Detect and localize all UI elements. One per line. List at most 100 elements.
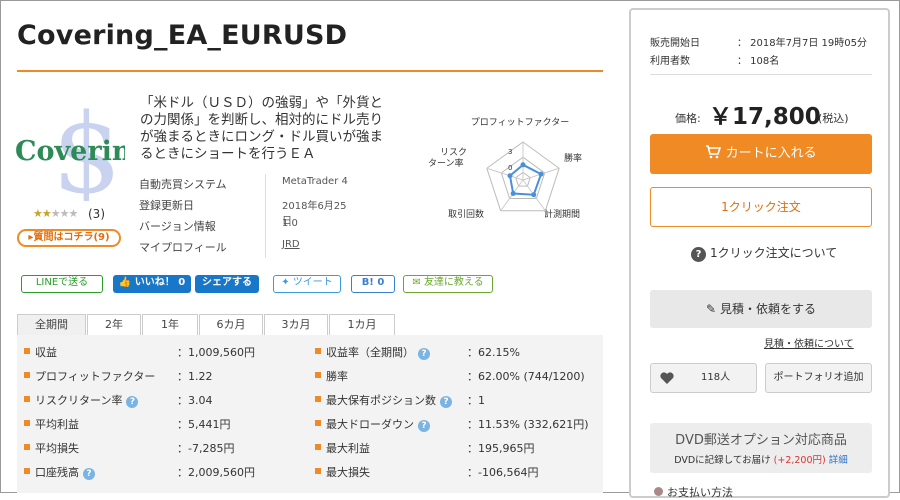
help-icon[interactable]: ? xyxy=(418,420,430,432)
tab-all[interactable]: 全期間 xyxy=(17,314,86,336)
sale-start-value: ： 2018年7月7日 19時05分 xyxy=(737,38,867,49)
product-logo: $ Covering xyxy=(15,96,125,201)
info-label: マイプロフィール xyxy=(139,241,227,254)
pencil-icon: ✎ xyxy=(706,302,717,316)
stat-row: 最大損失 ：-106,564円 xyxy=(17,460,603,484)
radar-label-risk-2: ターン率 xyxy=(428,157,464,169)
price-label: 価格: xyxy=(675,112,701,125)
radar-label-pf: プロフィットファクター xyxy=(471,117,569,128)
product-description: 「米ドル（ＵＳＤ）の強弱」や「外貨との力関係」を判断し、相対的にドル売りが強まる… xyxy=(140,95,383,162)
tell-friend-button[interactable]: ✉ 友達に教える xyxy=(403,275,493,293)
stat-value: ：11.53% (332,621円) xyxy=(467,418,589,431)
tweet-label: ツイート xyxy=(292,277,333,288)
star-icon: ★ xyxy=(59,207,70,220)
facebook-like-button[interactable]: 👍 いいね！ 0 xyxy=(113,275,191,293)
dvd-title: DVD郵送オプション対応商品 xyxy=(675,433,847,448)
twitter-bird-icon: ✦ xyxy=(281,277,290,288)
dvd-detail-link[interactable]: 詳細 xyxy=(829,455,848,466)
stat-value: ：1 xyxy=(467,394,485,407)
stat-bullet-icon xyxy=(315,420,321,426)
heart-icon xyxy=(660,372,674,384)
stat-value: ：-106,564円 xyxy=(467,466,539,479)
payment-heading: お支払い方法 xyxy=(654,484,733,500)
users-value: ： 108名 xyxy=(737,56,780,67)
like-label: いいね！ 0 xyxy=(134,277,186,288)
stat-label: 最大損失 xyxy=(326,466,370,479)
add-portfolio-button[interactable]: ポートフォリオ追加 xyxy=(765,363,872,393)
star-icon: ★ xyxy=(33,207,43,220)
one-click-order-button[interactable]: 1クリック注文 xyxy=(650,187,872,227)
stat-bullet-icon xyxy=(315,348,321,354)
mail-icon: ✉ xyxy=(412,277,421,288)
stat-value: ：62.00% (744/1200) xyxy=(467,370,585,383)
radar-label-trades: 取引回数 xyxy=(448,208,484,220)
info-row: 登録更新日 2018年6月25日 xyxy=(139,195,349,227)
question-icon: ? xyxy=(691,247,706,262)
users-label: 利用者数 xyxy=(650,56,690,67)
thumbs-up-icon: 👍 xyxy=(118,277,132,288)
page-title: Covering_EA_EURUSD xyxy=(17,20,348,51)
stat-value: ：195,965円 xyxy=(467,442,535,455)
stat-row: 勝率 ：62.00% (744/1200) xyxy=(17,364,603,388)
stat-label: 最大保有ポジション数 xyxy=(326,394,436,407)
estimate-about-link[interactable]: 見積・依頼について xyxy=(764,335,854,350)
bullet-icon xyxy=(654,487,663,496)
tab-6m[interactable]: 6カ月 xyxy=(199,314,263,336)
radar-point xyxy=(520,162,526,168)
rating-count: (3) xyxy=(88,207,105,221)
stat-bullet-icon xyxy=(315,444,321,450)
price-tax: (税込) xyxy=(818,112,849,125)
stat-row: 収益率（全期間）? ：62.15% xyxy=(17,340,603,364)
cart-icon xyxy=(706,145,722,159)
radar-point xyxy=(538,171,544,177)
one-click-about-link[interactable]: ? 1クリック注文について xyxy=(691,244,837,262)
favorite-button[interactable]: 118人 xyxy=(650,363,757,393)
info-value: 1.0 xyxy=(282,218,298,229)
radar-point xyxy=(507,173,513,179)
tweet-button[interactable]: ✦ ツイート xyxy=(273,275,341,293)
dvd-option-box: DVD郵送オプション対応商品 DVDに記録してお届け (+2,200円) 詳細 xyxy=(650,423,872,473)
star-icon: ★ xyxy=(68,207,79,220)
stat-label: 最大利益 xyxy=(326,442,370,455)
radar-point xyxy=(510,191,516,197)
radar-grid xyxy=(486,141,560,212)
dvd-subtitle: DVDに記録してお届け (+2,200円) 詳細 xyxy=(674,455,848,466)
tell-friend-label: 友達に教える xyxy=(423,277,484,288)
info-row: マイプロフィール JRD xyxy=(139,237,349,258)
star-icon: ★ xyxy=(41,207,52,220)
stat-value: ：62.15% xyxy=(467,346,520,359)
price-value: ￥17,800 xyxy=(709,104,821,130)
dvd-price: (+2,200円) xyxy=(773,455,826,466)
profile-link[interactable]: JRD xyxy=(282,239,300,250)
stat-bullet-icon xyxy=(315,396,321,402)
radar-series xyxy=(508,163,543,196)
stat-label: 勝率 xyxy=(326,370,348,383)
radar-label-winrate: 勝率 xyxy=(564,152,582,164)
star-icon: ★ xyxy=(50,207,61,220)
add-to-cart-button[interactable]: カートに入れる xyxy=(650,134,872,174)
help-icon[interactable]: ? xyxy=(440,396,452,408)
info-label: 自動売買システム xyxy=(139,178,227,191)
sale-start-label: 販売開始日 xyxy=(650,38,700,49)
facebook-share-button[interactable]: シェアする xyxy=(195,275,259,293)
radar-chart: プロフィットファクター 勝率 計測期間 取引回数 リスク ターン率 3 0 xyxy=(420,110,590,230)
stat-bullet-icon xyxy=(315,372,321,378)
info-label: 登録更新日 xyxy=(139,199,194,212)
product-info-table: 自動売買システム MetaTrader 4 登録更新日 2018年6月25日 バージ… xyxy=(139,174,349,258)
cart-label: カートに入れる xyxy=(725,146,817,161)
stat-row: 最大利益 ：195,965円 xyxy=(17,436,603,460)
line-share-button[interactable]: LINEで送る xyxy=(21,275,103,293)
info-value: MetaTrader 4 xyxy=(282,176,348,187)
favorite-count: 118人 xyxy=(701,372,731,383)
stat-bullet-icon xyxy=(315,468,321,474)
hatena-bookmark-button[interactable]: B! 0 xyxy=(351,275,395,293)
tab-3m[interactable]: 3カ月 xyxy=(264,314,328,336)
tab-1m[interactable]: 1カ月 xyxy=(329,314,395,336)
estimate-request-button[interactable]: ✎ 見積・依頼をする xyxy=(650,290,872,328)
help-icon[interactable]: ? xyxy=(418,348,430,360)
stat-row: 最大ドローダウン? ：11.53% (332,621円) xyxy=(17,412,603,436)
tab-1y[interactable]: 1年 xyxy=(142,314,198,336)
stat-row: 最大保有ポジション数? ：1 xyxy=(17,388,603,412)
tab-2y[interactable]: 2年 xyxy=(87,314,141,336)
question-button[interactable]: ▸質問はコチラ(9) xyxy=(17,229,121,247)
